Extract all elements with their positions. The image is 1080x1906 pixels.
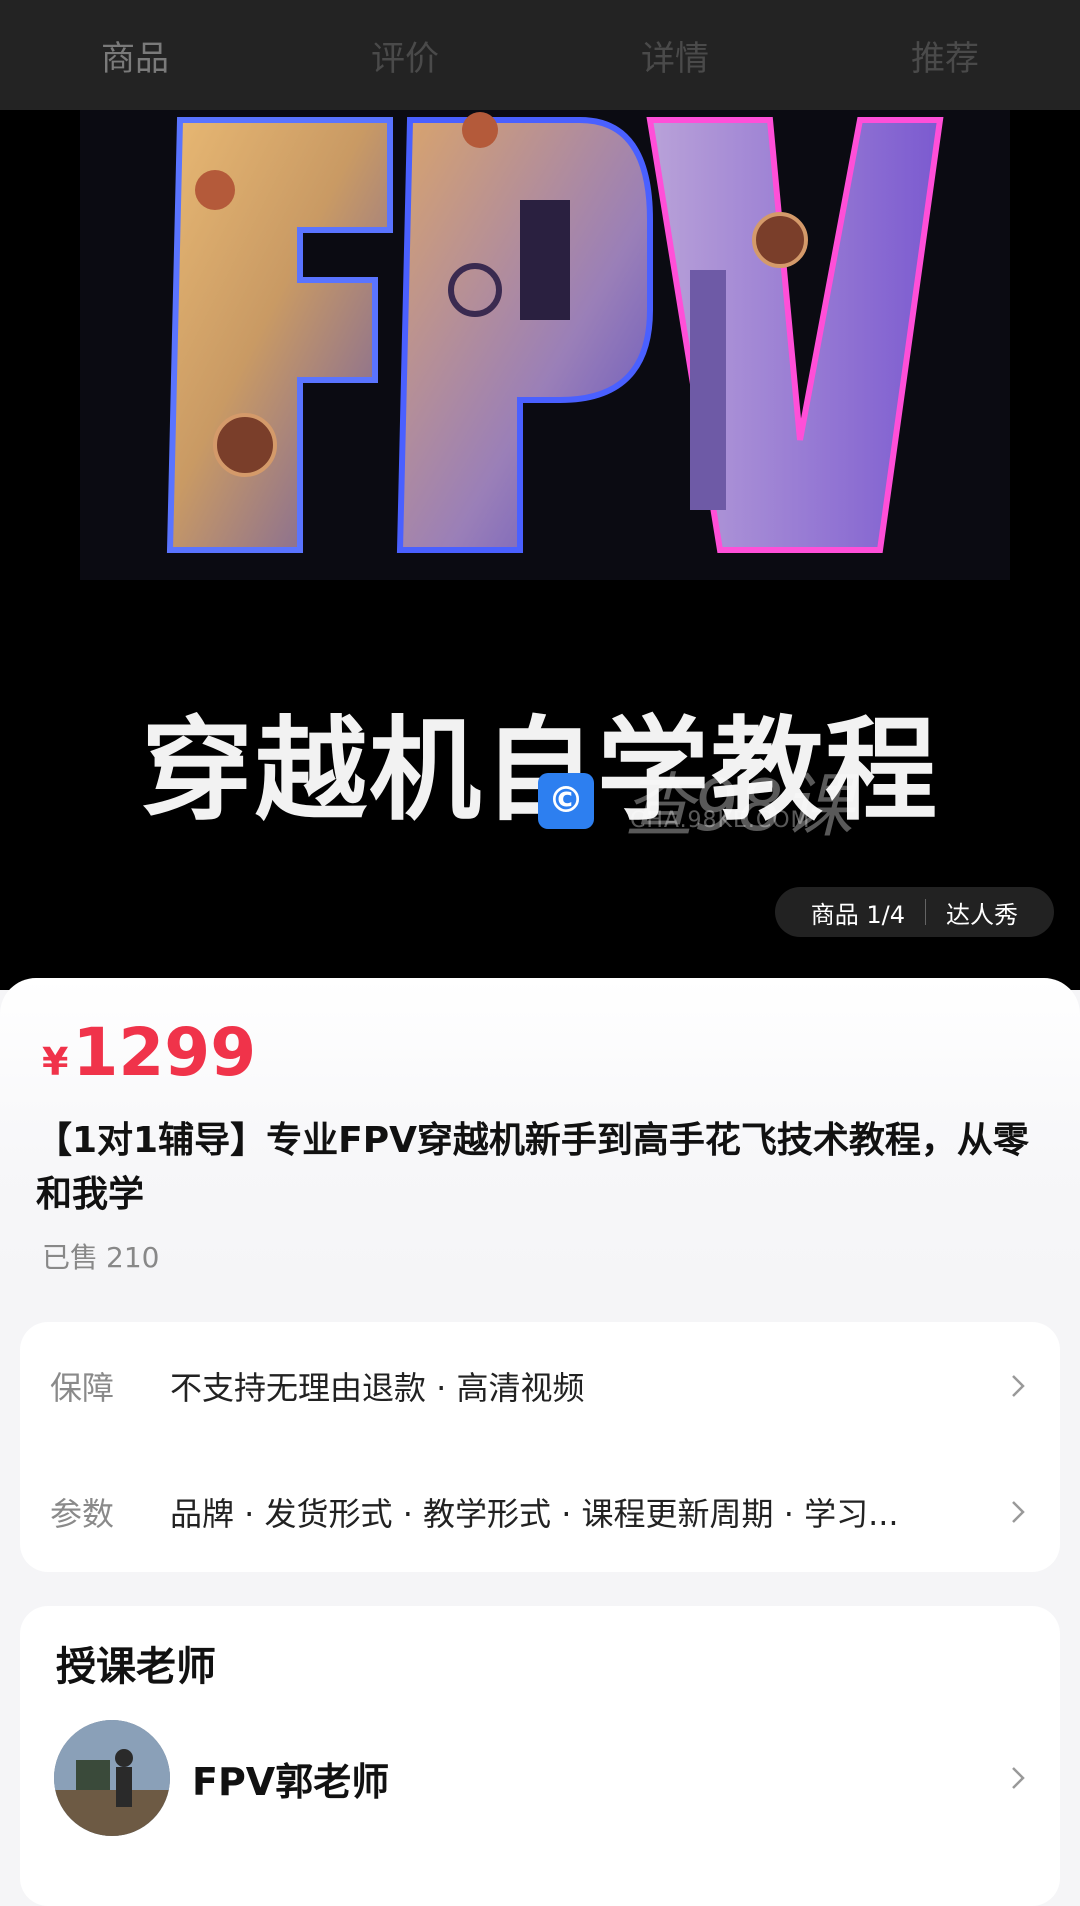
chevron-right-icon (998, 1758, 1038, 1798)
image-counter-pill: 商品 1/4 达人秀 (774, 887, 1054, 937)
params-row[interactable]: 参数 品牌 · 发货形式 · 教学形式 · 课程更新周期 · 学习... (20, 1464, 1060, 1560)
chevron-right-icon (998, 1366, 1038, 1406)
watermark-logo-icon: © (538, 772, 594, 829)
teacher-heading: 授课老师 (56, 1644, 216, 1690)
teacher-row[interactable]: FPV郭老师 (20, 1716, 1060, 1840)
guarantee-row[interactable]: 保障 不支持无理由退款 · 高清视频 (20, 1338, 1060, 1434)
tab-details[interactable]: 详情 (540, 0, 810, 110)
guarantee-value: 不支持无理由退款 · 高清视频 (170, 1369, 585, 1407)
fpv-hero-artwork (80, 110, 1010, 580)
params-label: 参数 (50, 1495, 115, 1533)
teacher-card: 授课老师 FPV郭老师 (20, 1606, 1060, 1906)
watermark-text: 查98课 (624, 765, 854, 847)
watermark-url: CHA.98KE.COM (630, 808, 811, 833)
watermark: © 查98课 CHA.98KE.COM (538, 750, 853, 851)
tab-recommend[interactable]: 推荐 (810, 0, 1080, 110)
price: ¥ 1299 (42, 1014, 256, 1091)
sold-count: 已售 210 (42, 1236, 159, 1276)
tab-product[interactable]: 商品 (0, 0, 270, 110)
product-image-carousel[interactable]: 穿越机自学教程 © 查98课 CHA.98KE.COM 商品 1/4 达人秀 (0, 110, 1080, 990)
top-nav: 商品 评价 详情 推荐 (0, 0, 1080, 110)
sold-value: 210 (106, 1241, 160, 1274)
pill-divider (925, 899, 926, 925)
info-card: 保障 不支持无理由退款 · 高清视频 参数 品牌 · 发货形式 · 教学形式 ·… (20, 1322, 1060, 1572)
sold-label: 已售 (42, 1241, 99, 1274)
chevron-right-icon (998, 1492, 1038, 1532)
product-title: 【1对1辅导】专业FPV穿越机新手到高手花飞技术教程，从零和我学 (36, 1120, 1029, 1215)
params-value: 品牌 · 发货形式 · 教学形式 · 课程更新周期 · 学习... (170, 1495, 899, 1533)
image-counter[interactable]: 商品 1/4 (799, 895, 917, 930)
tab-reviews[interactable]: 评价 (270, 0, 540, 110)
price-value: 1299 (72, 1014, 257, 1091)
currency-symbol: ¥ (42, 1040, 69, 1084)
talent-show-link[interactable]: 达人秀 (934, 895, 1030, 930)
teacher-avatar[interactable] (54, 1720, 170, 1836)
teacher-name: FPV郭老师 (192, 1759, 390, 1804)
product-info-panel: ¥ 1299 【1对1辅导】专业FPV穿越机新手到高手花飞技术教程，从零和我学 … (0, 978, 1080, 1906)
guarantee-label: 保障 (50, 1369, 115, 1407)
